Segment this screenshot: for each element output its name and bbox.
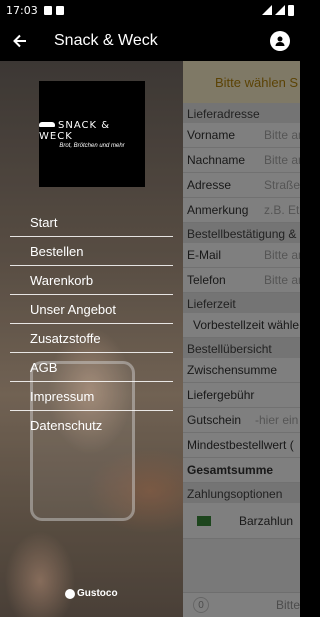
menu-item-label: Datenschutz: [30, 418, 103, 433]
car-icon: [39, 122, 55, 127]
menu-item-zusatzstoffe[interactable]: Zusatzstoffe: [10, 324, 173, 353]
gustoco-icon: [65, 588, 75, 599]
menu-item-label: Warenkorb: [30, 272, 94, 288]
menu-item-datenschutz[interactable]: Datenschutz: [10, 411, 173, 440]
menu-item-label: Bestellen: [30, 243, 84, 259]
sd-card-icon: [55, 5, 64, 15]
status-time: 17:03: [6, 3, 38, 17]
back-button[interactable]: [0, 20, 40, 61]
gustoco-branding[interactable]: Gustoco: [65, 588, 118, 599]
app-title: Snack & Weck: [54, 31, 158, 49]
app-bar: Snack & Weck: [0, 20, 300, 61]
menu-item-label: Impressum: [30, 388, 95, 404]
drawer-scrim[interactable]: [183, 61, 300, 617]
menu-item-unser-angebot[interactable]: Unser Angebot: [10, 295, 173, 324]
logo-tagline: Brot, Brötchen und mehr: [59, 142, 125, 149]
arrow-left-icon: [13, 34, 26, 47]
menu-item-label: AGB: [30, 359, 58, 375]
menu-item-label: Start: [30, 214, 58, 230]
menu-item-label: Unser Angebot: [30, 301, 117, 317]
user-icon: [275, 36, 285, 46]
notification-icon: [43, 5, 52, 15]
menu-item-agb[interactable]: AGB: [10, 353, 173, 382]
status-bar: 17:03: [0, 0, 300, 20]
menu-item-impressum[interactable]: Impressum: [10, 382, 173, 411]
signal-icon: [275, 5, 285, 15]
profile-button[interactable]: [270, 30, 290, 51]
gustoco-label: Gustoco: [77, 588, 118, 599]
drawer-menu: Start Bestellen Warenkorb Unser Angebot …: [10, 208, 173, 440]
menu-item-label: Zusatzstoffe: [30, 330, 101, 346]
battery-icon: [288, 4, 294, 16]
wifi-icon: [262, 5, 272, 15]
snack-weck-logo: SNACK & WECK Brot, Brötchen und mehr: [39, 81, 145, 187]
menu-item-bestellen[interactable]: Bestellen: [10, 237, 173, 266]
menu-item-start[interactable]: Start: [10, 208, 173, 237]
menu-item-warenkorb[interactable]: Warenkorb: [10, 266, 173, 295]
